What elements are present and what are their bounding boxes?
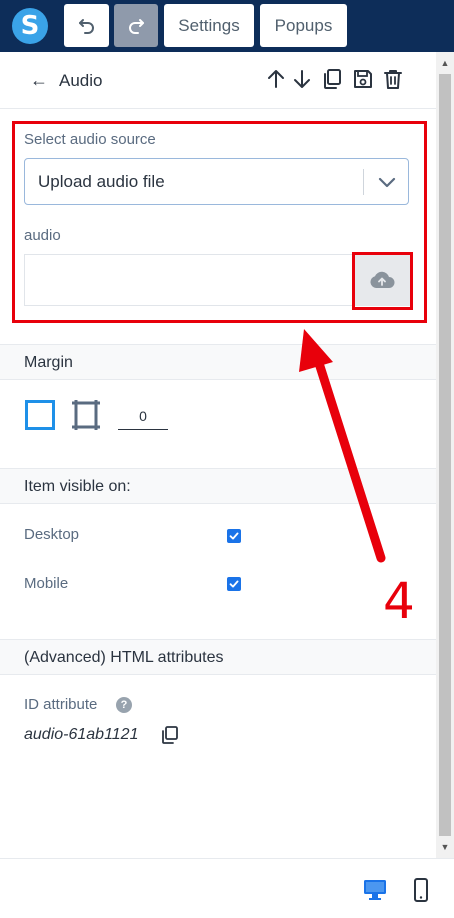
panel-scrollbar[interactable]: ▲ ▼ [436,52,454,858]
desktop-view-icon[interactable] [363,879,387,901]
redo-icon [129,18,144,34]
save-button[interactable] [351,66,375,92]
move-down-button[interactable] [290,66,314,92]
panel-title: Audio [59,71,103,90]
arrow-up-icon [268,70,284,88]
highlight-box-upload-button [352,252,413,310]
duplicate-button[interactable] [320,66,344,92]
margin-individual-sides-icon[interactable] [70,398,102,432]
popups-button[interactable]: Popups [260,4,347,47]
help-icon[interactable]: ? [116,697,132,713]
margin-value-input[interactable]: 0 [118,404,168,430]
scroll-up-arrow-icon[interactable]: ▲ [436,58,454,68]
panel-header: ← Audio [0,52,436,109]
annotation-arrow [299,329,386,563]
checkmark-icon [229,532,239,540]
save-icon [354,70,372,88]
annotation-step-number: 4 [383,572,415,630]
top-toolbar: S Settings Popups [0,0,454,52]
back-arrow-icon[interactable]: ← [30,70,48,91]
redo-button[interactable] [114,4,158,47]
copy-icon [324,69,341,89]
checkmark-icon [229,580,239,588]
app-logo: S [12,8,48,44]
advanced-section-title: (Advanced) HTML attributes [24,649,224,666]
scroll-down-arrow-icon[interactable]: ▼ [436,842,454,852]
desktop-label: Desktop [24,526,80,543]
move-up-button[interactable] [264,66,288,92]
mobile-view-icon[interactable] [412,878,430,902]
advanced-section-header: (Advanced) HTML attributes [0,639,436,675]
desktop-visible-checkbox[interactable] [227,529,241,543]
undo-button[interactable] [64,4,109,47]
margin-section-title: Margin [24,354,73,371]
mobile-visible-checkbox[interactable] [227,577,241,591]
settings-button[interactable]: Settings [164,4,254,47]
logo-letter: S [20,11,40,41]
trash-icon [384,70,402,89]
mobile-label: Mobile [24,575,69,592]
device-preview-bar [0,858,454,918]
undo-icon [78,18,94,34]
id-attribute-label: ID attribute [24,696,98,713]
copy-id-icon[interactable] [160,725,180,745]
arrow-down-icon [294,70,310,88]
id-attribute-value: audio-61ab1121 [24,726,139,743]
visibility-section-title: Item visible on: [24,478,131,495]
margin-all-sides-toggle[interactable] [25,400,55,430]
scroll-thumb[interactable] [439,74,451,836]
delete-button[interactable] [381,66,405,92]
